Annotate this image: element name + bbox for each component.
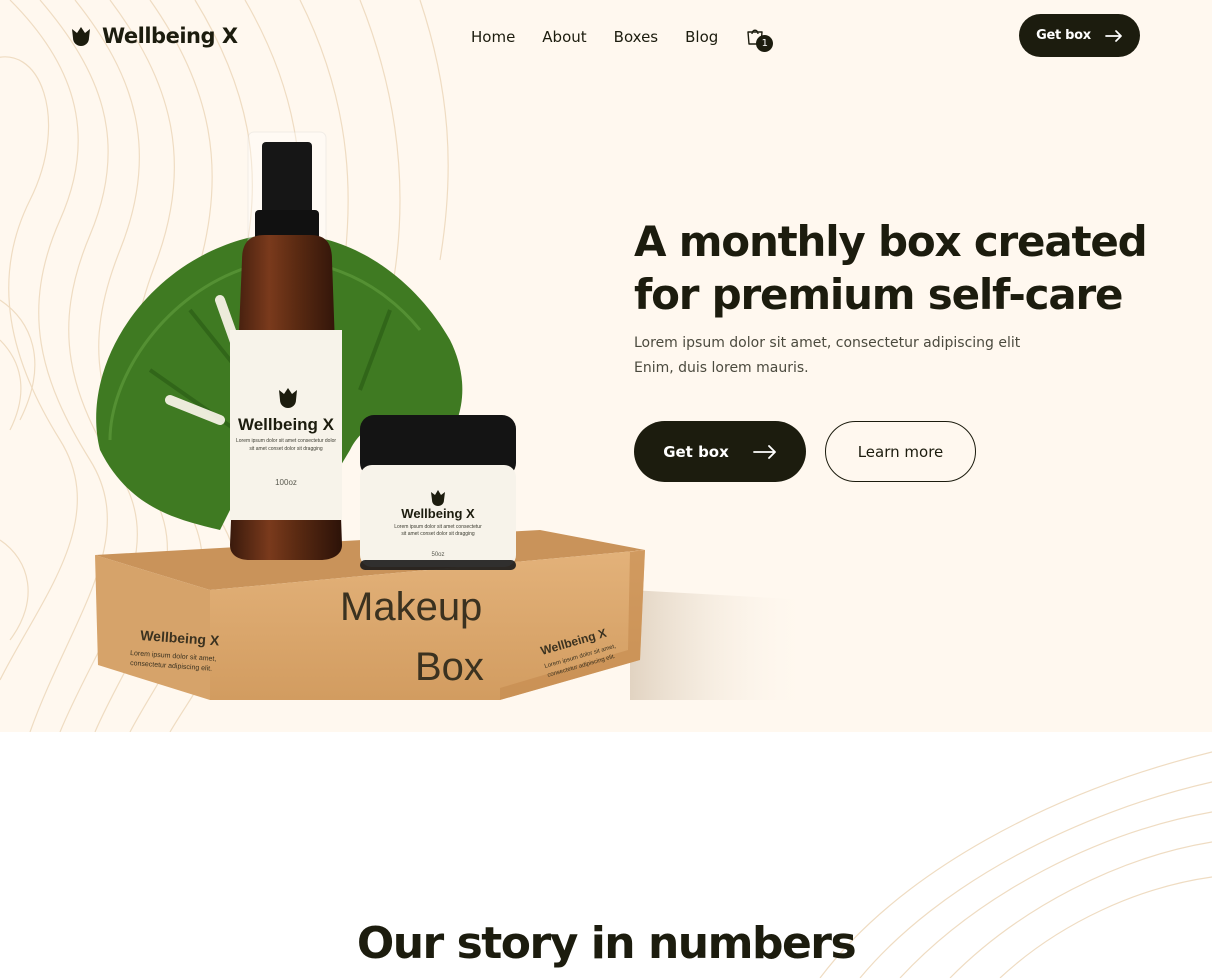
jar-text-2: sit amet conset dolor sit dragging [401, 531, 475, 537]
arrow-right-icon [752, 444, 776, 459]
header-get-box-button[interactable]: Get box [1019, 14, 1140, 57]
nav-link-home[interactable]: Home [471, 28, 515, 46]
learn-more-button[interactable]: Learn more [825, 421, 976, 482]
hero-title-line-2: for premium self-care [634, 270, 1123, 319]
cast-shadow [630, 590, 810, 700]
hero-subtitle-line-2: Enim, duis lorem mauris. [634, 360, 809, 376]
hero-get-box-button[interactable]: Get box [634, 421, 806, 482]
arrow-right-icon [1105, 29, 1122, 42]
nav-link-blog[interactable]: Blog [685, 28, 718, 46]
header-get-box-label: Get box [1036, 28, 1091, 43]
jar-brand: Wellbeing X [401, 506, 475, 521]
nav-link-about[interactable]: About [542, 28, 586, 46]
jar-text-1: Lorem ipsum dolor sit amet consectetur [394, 524, 482, 530]
hero-section: Wellbeing X Home About Boxes Blog 1 Get … [0, 0, 1212, 732]
brand-logo[interactable]: Wellbeing X [70, 24, 238, 48]
tulip-logo-icon [72, 27, 90, 46]
hero-subtitle-line-1: Lorem ipsum dolor sit amet, consectetur … [634, 335, 1021, 351]
bottle-size: 100oz [275, 478, 297, 487]
serum-bottle: Wellbeing X Lorem ipsum dolor sit amet c… [230, 131, 342, 560]
cream-jar: Wellbeing X Lorem ipsum dolor sit amet c… [360, 415, 516, 570]
hero-title-line-1: A monthly box created [634, 217, 1148, 266]
hero-get-box-label: Get box [663, 442, 729, 461]
bottle-text-2: sit amet conset dolor sit dragging [249, 446, 323, 452]
main-nav: Home About Boxes Blog 1 [471, 25, 774, 52]
product-box-illustration: Makeup Box Wellbeing X Lorem ipsum dolor… [95, 131, 810, 700]
cart-button[interactable]: 1 [744, 25, 774, 52]
brand-name: Wellbeing X [102, 24, 238, 48]
box-label-line1: Makeup [340, 585, 482, 629]
hero-title: A monthly box created for premium self-c… [634, 215, 1174, 321]
nav-link-boxes[interactable]: Boxes [614, 28, 658, 46]
bottle-text-1: Lorem ipsum dolor sit amet consectetur d… [236, 438, 336, 444]
box-label-line2: Box [415, 645, 484, 689]
jar-size: 50oz [431, 552, 444, 558]
hero-subtitle: Lorem ipsum dolor sit amet, consectetur … [634, 331, 1054, 381]
bottle-brand: Wellbeing X [238, 415, 335, 434]
stats-section-title: Our story in numbers [356, 918, 857, 969]
